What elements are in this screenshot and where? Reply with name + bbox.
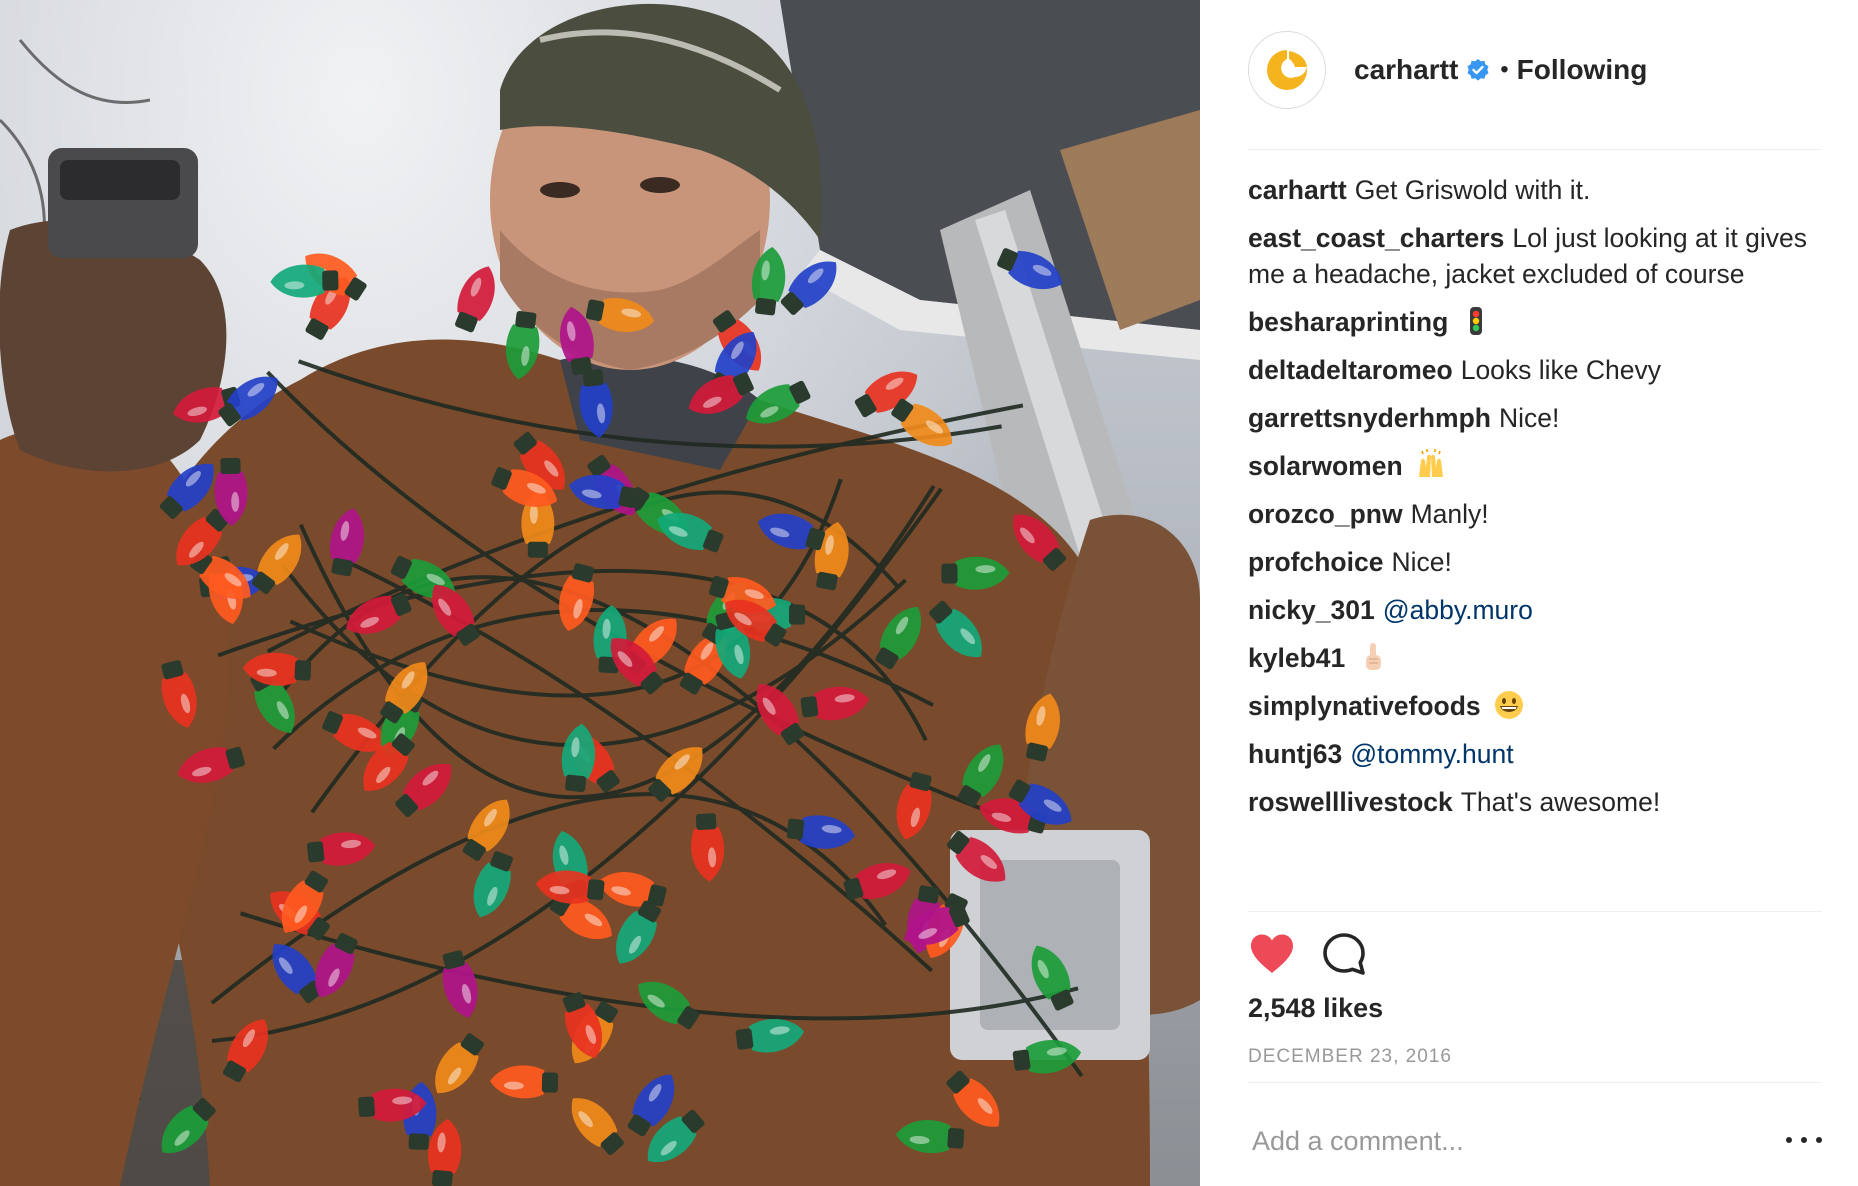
speech-bubble-icon bbox=[1323, 933, 1365, 975]
comment-username[interactable]: solarwomen bbox=[1248, 451, 1403, 481]
comment-text: Get Griswold with it. bbox=[1354, 175, 1591, 205]
post-photo[interactable] bbox=[0, 0, 1200, 1186]
comment-username[interactable]: orozco_pnw bbox=[1248, 499, 1403, 529]
comment-username[interactable]: east_coast_charters bbox=[1248, 223, 1504, 253]
grinning-face-icon bbox=[1493, 689, 1525, 721]
verified-badge-icon bbox=[1467, 59, 1489, 81]
comments-list: carhartt Get Griswold with it. east_coast_… bbox=[1248, 172, 1822, 832]
comment-item: east_coast_charters Lol just looking at i… bbox=[1248, 220, 1822, 292]
raising-hands-icon bbox=[1415, 449, 1447, 481]
post-side-panel: carhartt • Following carhartt Get Griswol… bbox=[1200, 0, 1858, 1186]
comment-text: Manly! bbox=[1410, 499, 1489, 529]
following-button[interactable]: Following bbox=[1517, 54, 1648, 86]
comment-item: orozco_pnw Manly! bbox=[1248, 496, 1822, 532]
comment-text: Nice! bbox=[1391, 547, 1452, 577]
more-options-button[interactable] bbox=[1786, 1128, 1822, 1152]
comment-text: That's awesome! bbox=[1460, 787, 1661, 817]
comment-username[interactable]: garrettsnyderhmph bbox=[1248, 403, 1491, 433]
comment-item: besharaprinting bbox=[1248, 304, 1822, 340]
comment-username[interactable]: besharaprinting bbox=[1248, 307, 1448, 337]
traffic-light-icon bbox=[1460, 305, 1492, 337]
post-header: carhartt • Following bbox=[1248, 31, 1647, 109]
comment-item: simplynativefoods bbox=[1248, 688, 1822, 724]
actions-divider bbox=[1248, 911, 1822, 912]
comment-username[interactable]: deltadeltaromeo bbox=[1248, 355, 1453, 385]
comment-item: carhartt Get Griswold with it. bbox=[1248, 172, 1822, 208]
comment-username[interactable]: nicky_301 bbox=[1248, 595, 1375, 625]
comment-text: Nice! bbox=[1498, 403, 1560, 433]
comment-item: profchoice Nice! bbox=[1248, 544, 1822, 580]
comment-username[interactable]: roswelllivestock bbox=[1248, 787, 1453, 817]
like-button[interactable] bbox=[1248, 930, 1296, 978]
heart-icon bbox=[1251, 934, 1293, 973]
post-photo-art bbox=[0, 0, 1200, 1186]
comment-text: Looks like Chevy bbox=[1460, 355, 1662, 385]
comment-mention-link[interactable]: @abby.muro bbox=[1383, 595, 1533, 625]
more-dot-icon bbox=[1801, 1137, 1807, 1143]
post-date[interactable]: DECEMBER 23, 2016 bbox=[1248, 1046, 1452, 1068]
comment-mention-link[interactable]: @tommy.hunt bbox=[1350, 739, 1513, 769]
comment-item: kyleb41 bbox=[1248, 640, 1822, 676]
header-divider bbox=[1248, 149, 1822, 150]
avatar[interactable] bbox=[1248, 31, 1326, 109]
comment-username[interactable]: kyleb41 bbox=[1248, 643, 1345, 673]
author-username[interactable]: carhartt bbox=[1354, 54, 1458, 86]
comment-item: nicky_301 @abby.muro bbox=[1248, 592, 1822, 628]
composer-divider bbox=[1248, 1082, 1822, 1083]
pointing-up-icon bbox=[1357, 641, 1389, 673]
more-dot-icon bbox=[1816, 1137, 1822, 1143]
comment-username[interactable]: huntj63 bbox=[1248, 739, 1342, 769]
comment-button[interactable] bbox=[1320, 930, 1368, 978]
comment-item: solarwomen bbox=[1248, 448, 1822, 484]
comment-item: deltadeltaromeo Looks like Chevy bbox=[1248, 352, 1822, 388]
post-actions bbox=[1248, 930, 1392, 978]
comment-username[interactable]: simplynativefoods bbox=[1248, 691, 1481, 721]
separator-dot: • bbox=[1500, 56, 1509, 83]
comment-item: huntj63 @tommy.hunt bbox=[1248, 736, 1822, 772]
carhartt-logo-icon bbox=[1267, 50, 1307, 90]
comment-username[interactable]: carhartt bbox=[1248, 175, 1347, 205]
comment-item: garrettsnyderhmph Nice! bbox=[1248, 400, 1822, 436]
more-dot-icon bbox=[1786, 1137, 1792, 1143]
likes-count[interactable]: 2,548 likes bbox=[1248, 993, 1383, 1024]
comment-item: roswelllivestock That's awesome! bbox=[1248, 784, 1822, 820]
comment-input[interactable] bbox=[1252, 1120, 1752, 1162]
comment-username[interactable]: profchoice bbox=[1248, 547, 1383, 577]
